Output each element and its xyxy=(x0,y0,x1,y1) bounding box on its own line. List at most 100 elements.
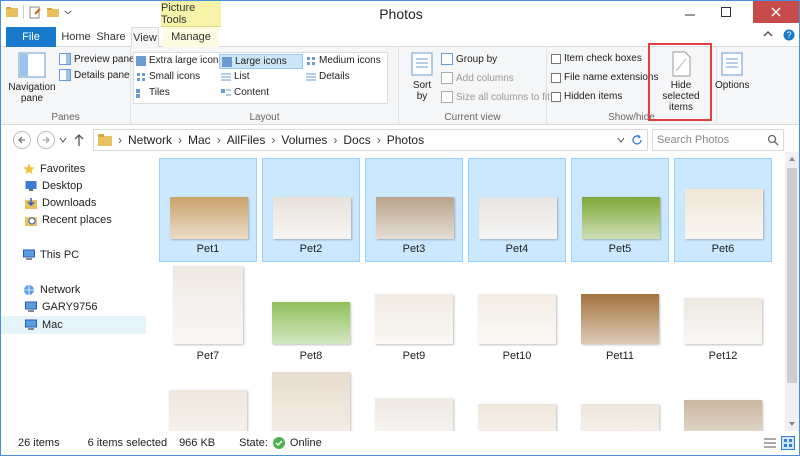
file-tile[interactable]: Pet2 xyxy=(262,158,360,262)
tab-share[interactable]: Share xyxy=(94,27,128,47)
scroll-down-icon[interactable] xyxy=(788,421,796,427)
photo-thumbnail xyxy=(581,404,659,431)
file-name-extensions-label: File name extensions xyxy=(564,72,659,83)
layout-small-icons[interactable]: Small icons xyxy=(136,71,200,82)
large-icons-view-icon[interactable] xyxy=(781,436,795,450)
photo-thumbnail xyxy=(375,398,453,431)
status-bar: 26 items 6 items selected 966 KB State: … xyxy=(1,431,799,455)
group-by-button[interactable]: Group by xyxy=(441,53,497,65)
file-tile[interactable] xyxy=(262,370,360,431)
file-tile[interactable]: Pet8 xyxy=(262,264,360,368)
nav-mac[interactable]: Mac xyxy=(1,316,146,334)
sort-by-label: Sort xyxy=(412,80,432,91)
photo-thumbnail xyxy=(478,404,556,431)
layout-details[interactable]: Details xyxy=(306,71,350,82)
chevron-down-icon[interactable] xyxy=(64,5,72,19)
layout-extra-large-icons[interactable]: Extra large icons xyxy=(136,55,223,66)
arrow-up-icon[interactable] xyxy=(73,133,85,147)
details-pane-icon xyxy=(59,69,71,81)
file-tile[interactable]: Pet7 xyxy=(159,264,257,368)
options-icon xyxy=(721,52,743,76)
nav-this-pc[interactable]: This PC xyxy=(1,246,146,264)
nav-gary9756[interactable]: GARY9756 xyxy=(1,298,146,316)
file-tile[interactable] xyxy=(674,370,772,431)
address-field[interactable]: › Network › Mac › AllFiles › Volumes › Docs ›… xyxy=(93,129,648,151)
file-name-extensions-checkbox[interactable]: File name extensions xyxy=(551,72,659,83)
properties-icon[interactable] xyxy=(28,5,42,19)
breadcrumb-allfiles[interactable]: AllFiles › xyxy=(227,133,276,147)
breadcrumb-volumes[interactable]: Volumes › xyxy=(281,133,337,147)
file-tile[interactable] xyxy=(159,370,257,431)
photo-thumbnail xyxy=(375,294,453,344)
file-tile[interactable]: Pet4 xyxy=(468,158,566,262)
file-tile[interactable]: Pet10 xyxy=(468,264,566,368)
file-tile[interactable]: Pet5 xyxy=(571,158,669,262)
file-tile[interactable]: Pet11 xyxy=(571,264,669,368)
options-button[interactable]: Options xyxy=(715,51,749,91)
tab-home[interactable]: Home xyxy=(61,27,91,47)
details-view-icon[interactable] xyxy=(763,436,777,450)
vertical-scrollbar[interactable] xyxy=(785,152,799,431)
item-check-boxes-checkbox[interactable]: Item check boxes xyxy=(551,53,642,64)
layout-medium-icons[interactable]: Medium icons xyxy=(306,55,381,66)
folder-icon[interactable] xyxy=(5,5,19,19)
details-pane-button[interactable]: Details pane xyxy=(59,69,130,81)
breadcrumb-docs[interactable]: Docs › xyxy=(343,133,380,147)
picture-tools-label: Picture Tools xyxy=(161,1,221,27)
file-tile[interactable]: Pet3 xyxy=(365,158,463,262)
preview-pane-button[interactable]: Preview pane xyxy=(59,53,135,65)
layout-option-label: Large icons xyxy=(235,56,287,67)
tab-manage[interactable]: Manage xyxy=(163,27,219,47)
scroll-up-icon[interactable] xyxy=(788,156,796,162)
file-tile[interactable]: Pet6 xyxy=(674,158,772,262)
nav-recent-places[interactable]: Recent places xyxy=(1,211,146,229)
file-tile[interactable]: Pet12 xyxy=(674,264,772,368)
size-columns-icon xyxy=(441,91,453,103)
nav-desktop[interactable]: Desktop xyxy=(1,177,146,195)
minimize-icon xyxy=(685,14,695,16)
scroll-thumb[interactable] xyxy=(787,168,797,383)
back-button[interactable] xyxy=(13,131,31,149)
arrow-right-icon xyxy=(43,136,50,144)
layout-large-icons[interactable]: Large icons xyxy=(219,54,303,69)
file-name-label: Pet5 xyxy=(608,243,632,255)
file-tile[interactable]: Pet9 xyxy=(365,264,463,368)
sort-by-button[interactable]: Sort by xyxy=(407,51,437,102)
current-view-group: Sort by Group by Add columns Size all co… xyxy=(399,47,550,125)
breadcrumb-photos[interactable]: Photos xyxy=(387,133,424,147)
hidden-items-label: Hidden items xyxy=(564,91,623,102)
file-tile[interactable] xyxy=(468,370,566,431)
refresh-icon[interactable] xyxy=(631,134,643,146)
layout-tiles[interactable]: Tiles xyxy=(136,87,170,98)
nav-downloads[interactable]: Downloads xyxy=(1,194,146,212)
add-columns-button[interactable]: Add columns xyxy=(441,72,514,84)
forward-button[interactable] xyxy=(37,131,55,149)
nav-favorites[interactable]: Favorites xyxy=(1,160,146,178)
recent-dropdown-icon[interactable] xyxy=(59,136,67,144)
search-input[interactable]: Search Photos xyxy=(652,129,784,151)
help-icon[interactable]: ? xyxy=(783,29,795,41)
file-tile[interactable] xyxy=(571,370,669,431)
photo-thumbnail xyxy=(272,372,350,431)
nav-network[interactable]: Network xyxy=(1,281,146,299)
nav-label: Mac xyxy=(42,319,63,331)
state-label: State: xyxy=(239,437,268,449)
new-folder-icon[interactable] xyxy=(46,5,60,19)
layout-list[interactable]: List xyxy=(221,71,250,82)
layout-content[interactable]: Content xyxy=(221,87,269,98)
file-tile[interactable] xyxy=(365,370,463,431)
close-button[interactable] xyxy=(753,1,799,23)
folder-icon xyxy=(98,134,112,146)
tab-file[interactable]: File xyxy=(6,27,56,47)
hidden-items-checkbox[interactable]: Hidden items xyxy=(551,91,622,102)
breadcrumb-mac[interactable]: Mac › xyxy=(188,133,221,147)
size-all-columns-button[interactable]: Size all columns to fit xyxy=(441,91,550,103)
tab-view[interactable]: View xyxy=(131,27,159,48)
address-dropdown-icon[interactable] xyxy=(617,136,625,144)
navigation-pane-button[interactable]: Navigation pane xyxy=(7,51,57,104)
file-tile[interactable]: Pet1 xyxy=(159,158,257,262)
breadcrumb-network[interactable]: Network › xyxy=(128,133,182,147)
maximize-button[interactable] xyxy=(711,1,741,23)
minimize-button[interactable] xyxy=(675,1,705,23)
collapse-ribbon-icon[interactable] xyxy=(763,29,773,39)
